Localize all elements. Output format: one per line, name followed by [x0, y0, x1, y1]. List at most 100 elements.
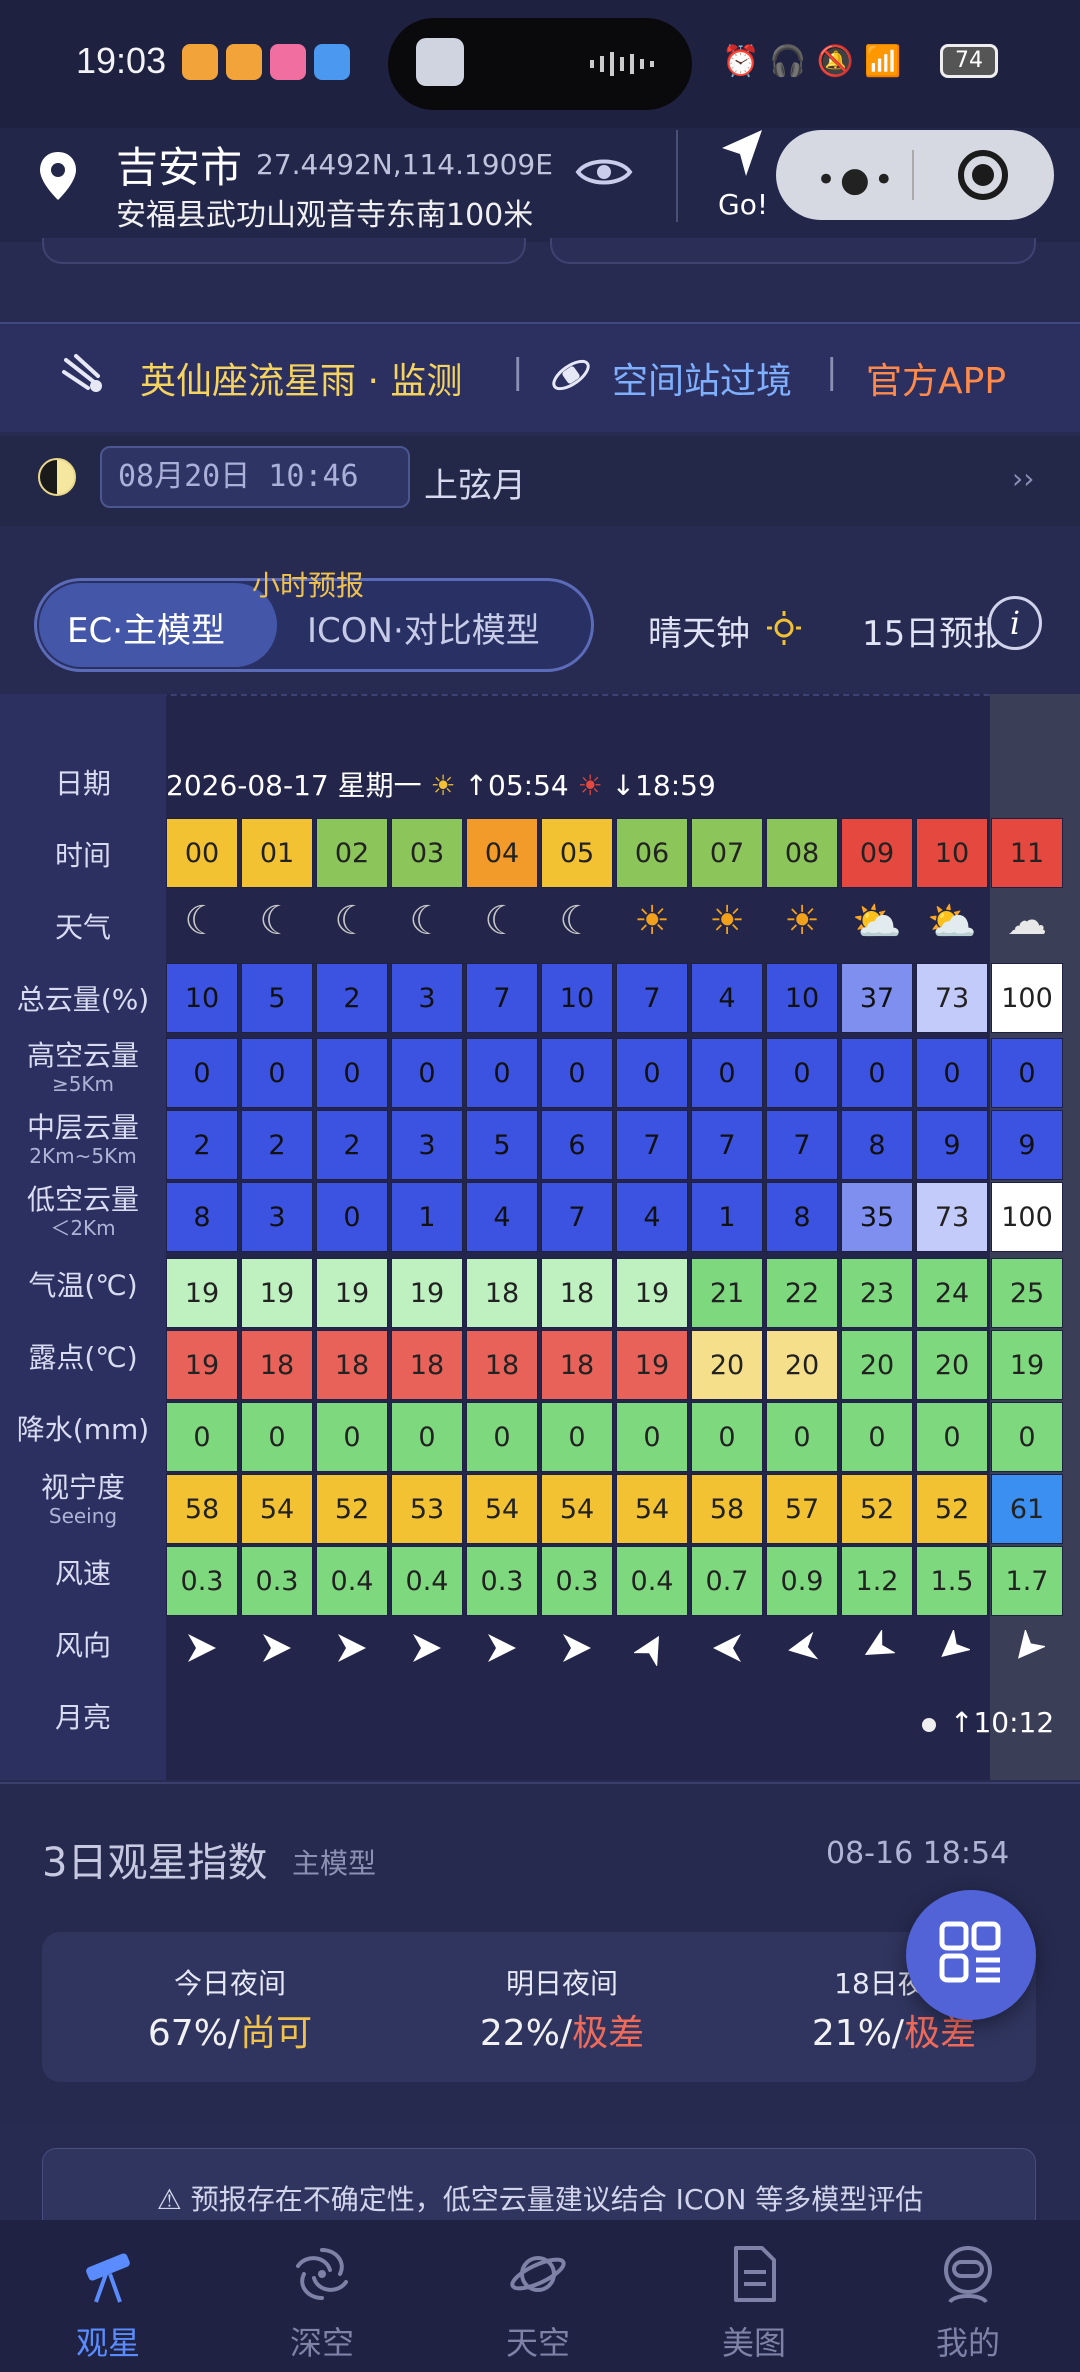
low-cloud-cell: 8 [166, 1182, 238, 1252]
official-app-link[interactable]: 官方APP [866, 352, 1006, 404]
high-cloud-sublabel: ≥5Km [51, 1072, 115, 1096]
notification-app-icon [226, 44, 262, 80]
low-cloud-label: 低空云量 [26, 1183, 139, 1216]
temp-cell: 19 [616, 1258, 688, 1328]
mid-cloud-cell: 6 [541, 1110, 613, 1180]
chevron-right-icon[interactable]: ›› [1012, 462, 1034, 495]
total-cloud-cell: 10 [766, 963, 838, 1033]
wind-direction-arrow-icon [941, 1630, 970, 1657]
seeing-cell: 58 [691, 1474, 763, 1544]
grid-menu-icon [939, 1921, 1001, 1983]
mid-cloud-cell: 9 [991, 1110, 1063, 1180]
wind-direction-arrow-icon [563, 1634, 591, 1662]
precip-cell: 0 [616, 1402, 688, 1472]
media-thumbnail [416, 38, 464, 86]
dew-cell: 18 [541, 1330, 613, 1400]
wind-speed-cell: 0.9 [766, 1546, 838, 1616]
more-icon[interactable]: •●• [816, 160, 898, 200]
wind-speed-cell: 0.4 [616, 1546, 688, 1616]
info-icon[interactable]: i [988, 596, 1042, 650]
city-name[interactable]: 吉安市 [116, 134, 242, 195]
hour-cell: 06 [616, 818, 688, 888]
total-cloud-cell: 73 [916, 963, 988, 1033]
total-cloud-cell: 3 [391, 963, 463, 1033]
close-target-icon[interactable] [958, 150, 1008, 200]
low-cloud-cell: 100 [991, 1182, 1063, 1252]
go-label[interactable]: Go! [718, 188, 768, 221]
mid-cloud-cell: 7 [766, 1110, 838, 1180]
wind-speed-cell: 0.4 [391, 1546, 463, 1616]
index-updated-time: 08-16 18:54 [826, 1836, 1010, 1871]
index-subtitle: 主模型 [292, 1847, 377, 1880]
high-cloud-cell: 0 [466, 1038, 538, 1108]
mid-cloud-cell: 2 [316, 1110, 388, 1180]
satellite-icon [552, 359, 590, 391]
high-cloud-cell: 0 [541, 1038, 613, 1108]
temp-cell: 19 [166, 1258, 238, 1328]
precip-cell: 0 [466, 1402, 538, 1472]
wind-direction-arrow-icon [864, 1630, 895, 1655]
tab-15-day-forecast[interactable]: 15日预报 [862, 606, 1007, 655]
coordinates: 27.4492N,114.1909E [256, 148, 553, 181]
precip-cell: 0 [391, 1402, 463, 1472]
temp-cell: 21 [691, 1258, 763, 1328]
mid-cloud-cell: 8 [841, 1110, 913, 1180]
seeing-cell: 57 [766, 1474, 838, 1544]
night-grade: 极差 [572, 2013, 645, 2054]
address[interactable]: 安福县武功山观音寺东南100米 [116, 190, 533, 234]
row-label-precip: 降水(mm) [16, 1413, 150, 1446]
navigation-arrow-icon[interactable] [718, 126, 766, 182]
precip-cell: 0 [166, 1402, 238, 1472]
mid-cloud-cell: 2 [166, 1110, 238, 1180]
total-cloud-cell: 4 [691, 963, 763, 1033]
high-cloud-cell: 0 [691, 1038, 763, 1108]
seeing-cell: 61 [991, 1474, 1063, 1544]
precip-cell: 0 [841, 1402, 913, 1472]
wind-speed-cell: 0.3 [241, 1546, 313, 1616]
high-cloud-cell: 0 [241, 1038, 313, 1108]
forecast-date-line: 2026-08-17 星期一 ☀ ↑05:54 ☀ ↓18:59 [166, 764, 716, 804]
mid-cloud-cell: 5 [466, 1110, 538, 1180]
meteor-icon [62, 354, 102, 392]
promo-divider: | [512, 352, 524, 392]
eye-icon[interactable] [574, 152, 634, 192]
wind-speed-cell: 1.5 [916, 1546, 988, 1616]
audio-wave-icon [590, 52, 654, 76]
low-cloud-cell: 73 [916, 1182, 988, 1252]
seeing-label: 视宁度 [40, 1471, 125, 1504]
temp-cell: 23 [841, 1258, 913, 1328]
nav-label: 天空 [505, 2324, 570, 2362]
seeing-sublabel: Seeing [48, 1504, 118, 1528]
location-pin-icon[interactable] [36, 150, 80, 202]
precip-cell: 0 [541, 1402, 613, 1472]
tab-clear-sky-clock[interactable]: 晴天钟 [648, 606, 750, 655]
high-cloud-label: 高空云量 [26, 1039, 139, 1072]
high-cloud-cell: 0 [616, 1038, 688, 1108]
seeing-cell: 52 [916, 1474, 988, 1544]
precip-cell: 0 [766, 1402, 838, 1472]
partial-card [42, 238, 526, 264]
sunrise-time: ↑05:54 [464, 769, 569, 802]
iss-pass-link[interactable]: 空间站过境 [612, 352, 792, 404]
night-index: 67%/尚可 [80, 2004, 380, 2056]
grid-menu-button[interactable] [906, 1890, 1036, 2020]
astronaut-icon [944, 2246, 992, 2304]
moon-phase-icon [38, 458, 76, 496]
telescope-icon [86, 2253, 130, 2303]
moon-date-time[interactable]: 08月20日 10:46 [100, 446, 410, 508]
low-cloud-cell: 7 [541, 1182, 613, 1252]
meteor-shower-link[interactable]: 英仙座流星雨 · 监测 [140, 352, 462, 404]
wind-speed-cell: 0.4 [316, 1546, 388, 1616]
dynamic-island[interactable] [388, 18, 692, 110]
seeing-cell: 53 [391, 1474, 463, 1544]
high-cloud-cell: 0 [991, 1038, 1063, 1108]
dew-cell: 19 [166, 1330, 238, 1400]
wind-direction-arrow-icon [488, 1634, 516, 1662]
mid-cloud-cell: 7 [691, 1110, 763, 1180]
total-cloud-cell: 7 [616, 963, 688, 1033]
tab-ec-model-label[interactable]: EC·主模型 [67, 603, 225, 652]
sunset-icon: ☀ [577, 769, 603, 802]
hour-cell: 00 [166, 818, 238, 888]
hour-cell: 05 [541, 818, 613, 888]
tab-icon-model[interactable]: ICON·对比模型 [307, 603, 540, 652]
